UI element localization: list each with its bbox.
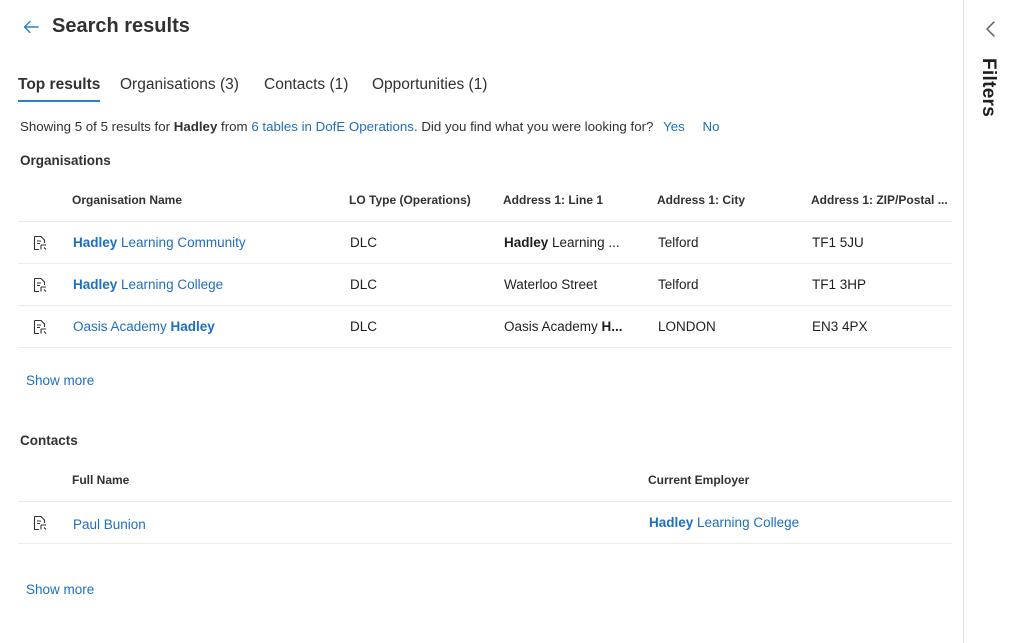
organisation-record-icon xyxy=(33,235,47,251)
contacts-show-more-link[interactable]: Show more xyxy=(26,582,94,597)
filters-label[interactable]: Filters xyxy=(977,58,999,117)
address-zip-cell: TF1 3HP xyxy=(812,277,867,292)
column-lo-type[interactable]: LO Type (Operations) xyxy=(349,179,471,221)
lo-type-cell: DLC xyxy=(350,277,378,292)
back-arrow-icon[interactable] xyxy=(22,18,40,36)
column-full-name[interactable]: Full Name xyxy=(72,459,129,501)
organisation-name-link[interactable]: Oasis Academy Hadley xyxy=(73,306,333,348)
column-organisation-name[interactable]: Organisation Name xyxy=(72,179,182,221)
current-employer-link[interactable]: Hadley Learning College xyxy=(649,502,929,544)
tab-top-results[interactable]: Top results xyxy=(18,76,101,102)
tab-opportunities[interactable]: Opportunities (1) xyxy=(372,76,487,100)
summary-middle: from xyxy=(217,119,252,134)
summary-prefix: Showing 5 of 5 results for xyxy=(20,119,174,134)
organisations-grid: Organisation Name LO Type (Operations) A… xyxy=(18,179,952,348)
organisations-show-more-link[interactable]: Show more xyxy=(26,373,94,388)
organisations-section-title: Organisations xyxy=(20,153,111,168)
contact-record-icon xyxy=(33,515,47,531)
column-address-zip[interactable]: Address 1: ZIP/Postal ... xyxy=(811,179,948,221)
organisation-name-link[interactable]: Hadley Learning Community xyxy=(73,222,333,264)
feedback-yes-link[interactable]: Yes xyxy=(663,119,685,134)
table-row[interactable]: Paul Bunion Hadley Learning College xyxy=(18,502,952,544)
contacts-grid-header: Full Name Current Employer xyxy=(18,459,952,502)
address-zip-cell: EN3 4PX xyxy=(812,319,868,334)
address-city-cell: Telford xyxy=(658,277,699,292)
filters-pane: Filters xyxy=(963,0,1017,643)
table-row[interactable]: Hadley Learning Community DLC Hadley Lea… xyxy=(18,222,952,264)
table-row[interactable]: Oasis Academy Hadley DLC Oasis Academy H… xyxy=(18,306,952,348)
chevron-left-icon[interactable] xyxy=(984,20,998,38)
summary-question: . Did you find what you were looking for… xyxy=(413,119,654,134)
table-row[interactable]: Hadley Learning College DLC Waterloo Str… xyxy=(18,264,952,306)
organisation-record-icon xyxy=(33,277,47,293)
organisation-record-icon xyxy=(33,319,47,335)
address-zip-cell: TF1 5JU xyxy=(812,235,864,250)
contacts-section-title: Contacts xyxy=(20,433,78,448)
address-line1-cell: Oasis Academy H... xyxy=(504,319,623,334)
contact-name-link[interactable]: Paul Bunion xyxy=(73,504,373,546)
address-city-cell: LONDON xyxy=(658,319,716,334)
tab-contacts[interactable]: Contacts (1) xyxy=(264,76,348,100)
tab-organisations[interactable]: Organisations (3) xyxy=(120,76,239,100)
lo-type-cell: DLC xyxy=(350,235,378,250)
address-city-cell: Telford xyxy=(658,235,699,250)
organisations-grid-header: Organisation Name LO Type (Operations) A… xyxy=(18,179,952,222)
organisation-name-link[interactable]: Hadley Learning College xyxy=(73,264,333,306)
column-address-city[interactable]: Address 1: City xyxy=(657,179,745,221)
contacts-grid: Full Name Current Employer Paul Bunion H… xyxy=(18,459,952,544)
results-summary: Showing 5 of 5 results for Hadley from 6… xyxy=(20,119,720,134)
address-line1-cell: Waterloo Street xyxy=(504,277,598,292)
column-current-employer[interactable]: Current Employer xyxy=(648,459,749,501)
feedback-no-link[interactable]: No xyxy=(703,119,720,134)
lo-type-cell: DLC xyxy=(350,319,378,334)
summary-query: Hadley xyxy=(173,119,218,134)
search-results-main: Search results Top results Organisations… xyxy=(0,0,963,643)
column-address-line1[interactable]: Address 1: Line 1 xyxy=(503,179,603,221)
tables-link[interactable]: 6 tables in DofE Operations xyxy=(251,119,414,134)
page-title: Search results xyxy=(52,15,190,37)
address-line1-cell: Hadley Learning ... xyxy=(504,235,620,250)
